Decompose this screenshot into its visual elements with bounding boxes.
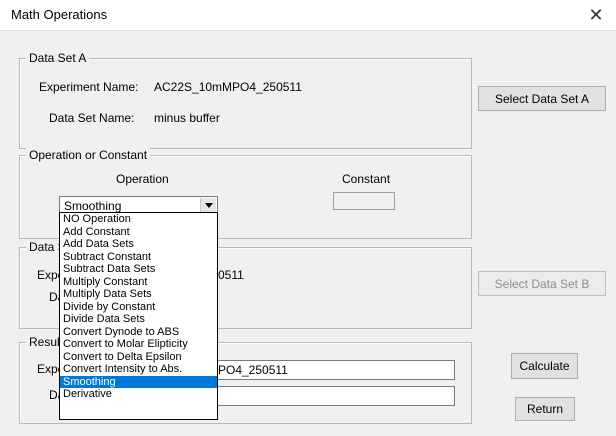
dialog-body: Data Set A Experiment Name: AC22S_10mMPO… xyxy=(0,31,616,436)
dropdown-option[interactable]: Convert to Delta Epsilon xyxy=(60,351,217,364)
data-set-name-value-a: minus buffer xyxy=(154,111,220,125)
return-button[interactable]: Return xyxy=(515,397,575,421)
dropdown-option[interactable]: Divide by Constant xyxy=(60,301,217,314)
result-dataset-field[interactable] xyxy=(199,386,455,406)
data-set-a-group: Data Set A Experiment Name: AC22S_10mMPO… xyxy=(19,51,472,149)
result-experiment-field[interactable]: PO4_250511 xyxy=(199,360,455,380)
dropdown-option[interactable]: Divide Data Sets xyxy=(60,313,217,326)
dropdown-option[interactable]: Multiply Data Sets xyxy=(60,288,217,301)
constant-header: Constant xyxy=(342,172,391,186)
dropdown-option[interactable]: Multiply Constant xyxy=(60,276,217,289)
operation-select-value: Smoothing xyxy=(64,199,122,213)
experiment-name-value-a: AC22S_10mMPO4_250511 xyxy=(154,80,302,94)
dropdown-option[interactable]: Add Constant xyxy=(60,226,217,239)
dropdown-option[interactable]: Derivative xyxy=(60,388,217,401)
result-legend: Resul xyxy=(26,335,63,349)
dropdown-option[interactable]: NO Operation xyxy=(60,213,217,226)
experiment-name-label-a: Experiment Name: xyxy=(39,80,139,94)
data-set-a-legend: Data Set A xyxy=(26,51,90,65)
select-data-set-b-button[interactable]: Select Data Set B xyxy=(478,271,606,296)
close-icon[interactable]: ✕ xyxy=(582,2,610,28)
dropdown-option[interactable]: Convert to Molar Elipticity xyxy=(60,338,217,351)
dropdown-option[interactable]: Convert Dynode to ABS xyxy=(60,326,217,339)
dropdown-option[interactable]: Convert Intensity to Abs. xyxy=(60,363,217,376)
operation-legend: Operation or Constant xyxy=(26,148,151,162)
select-data-set-a-button[interactable]: Select Data Set A xyxy=(478,86,606,111)
operation-header: Operation xyxy=(116,172,169,186)
dropdown-option[interactable]: Subtract Constant xyxy=(60,251,217,264)
experiment-name-value-b: 0511 xyxy=(218,268,244,282)
data-set-name-label-a: Data Set Name: xyxy=(49,111,135,125)
constant-field[interactable] xyxy=(333,192,395,210)
calculate-button[interactable]: Calculate xyxy=(511,353,578,379)
chevron-down-icon[interactable] xyxy=(200,198,216,212)
title-bar: Math Operations ✕ xyxy=(0,0,616,31)
dropdown-option[interactable]: Subtract Data Sets xyxy=(60,263,217,276)
window-title: Math Operations xyxy=(11,7,108,22)
dropdown-option[interactable]: Smoothing xyxy=(60,375,217,388)
dropdown-option[interactable]: Add Data Sets xyxy=(60,238,217,251)
operation-dropdown-list: NO Operation Add Constant Add Data Sets Sub… xyxy=(59,212,218,420)
